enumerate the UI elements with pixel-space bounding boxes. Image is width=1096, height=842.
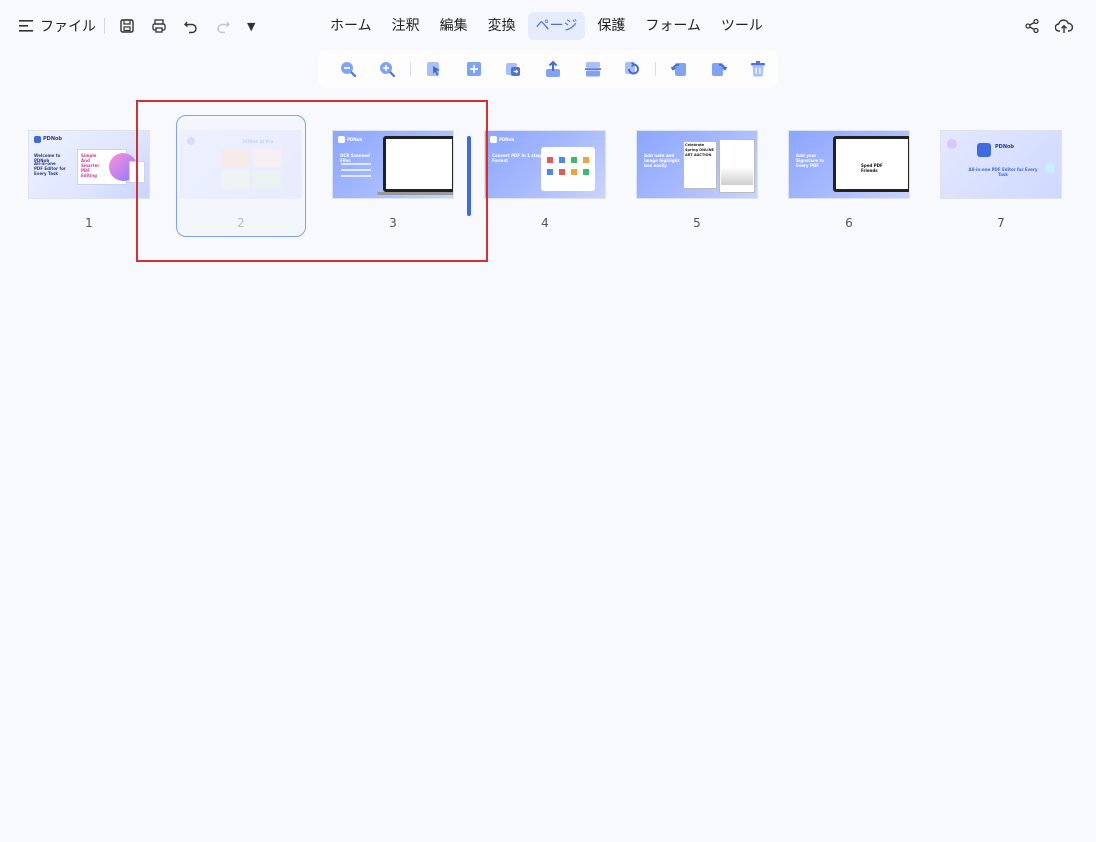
print-icon[interactable] xyxy=(147,14,171,38)
page-caption: Add note and image highlight box easily xyxy=(644,153,680,168)
share-icon[interactable] xyxy=(1020,14,1044,38)
tab-page[interactable]: ページ xyxy=(527,12,586,40)
zoom-in-icon[interactable] xyxy=(377,58,399,80)
cloud-upload-icon[interactable] xyxy=(1052,14,1076,38)
divider xyxy=(655,62,657,76)
page-number: 4 xyxy=(541,216,549,230)
page-caption: Add your Signature to Every PDF xyxy=(796,153,825,168)
page-number: 7 xyxy=(997,216,1005,230)
page-preview[interactable]: Add note and image highlight box easily … xyxy=(636,130,758,199)
rotate-right-icon[interactable] xyxy=(708,58,730,80)
page-note: Celebrate Spring ONLINE ART AUCTION xyxy=(685,143,714,157)
highlight-annotation-box xyxy=(136,100,488,262)
page-thumbnail-5[interactable]: Add note and image highlight box easily … xyxy=(636,130,758,230)
tab-protect[interactable]: 保護 xyxy=(589,12,633,40)
tab-tools[interactable]: ツール xyxy=(713,12,771,40)
page-preview[interactable]: PDNob Welcome to PDNob All-in-one PDF Ed… xyxy=(28,130,150,199)
page-thumbnail-7[interactable]: PDNob All-in-one PDF Editor for Every Ta… xyxy=(940,130,1062,230)
select-icon[interactable] xyxy=(423,58,445,80)
divider xyxy=(410,62,412,76)
toolbar-right xyxy=(1020,14,1084,38)
tab-edit[interactable]: 編集 xyxy=(432,12,476,40)
page-title: PDNob xyxy=(499,137,515,142)
file-menu-label: ファイル xyxy=(40,19,96,35)
page-thumbnails-panel: PDNob Welcome to PDNob All-in-one PDF Ed… xyxy=(0,100,1096,270)
page-number: 5 xyxy=(693,216,701,230)
hamburger-icon xyxy=(19,20,33,32)
page-caption: Convert PDF in 1 step Format xyxy=(492,153,542,163)
page-preview[interactable]: Add your Signature to Every PDF Sped PDF… xyxy=(788,130,910,199)
quick-access-dropdown-icon[interactable]: ▼ xyxy=(247,20,255,33)
file-menu-button[interactable]: ファイル xyxy=(18,16,96,36)
page-note: Simple And Smarter PDF Editing xyxy=(81,153,100,178)
toolbar-left: ファイル ▼ xyxy=(18,14,255,38)
save-icon[interactable] xyxy=(115,14,139,38)
page-title: PDNob xyxy=(43,136,63,142)
undo-icon[interactable] xyxy=(179,14,203,38)
zoom-out-icon[interactable] xyxy=(337,58,359,80)
page-caption: All-in-one PDF Editor for Every Task xyxy=(34,161,66,176)
rotate-left-icon[interactable] xyxy=(668,58,690,80)
main-tabs: ホーム 注釈 編集 変換 ページ 保護 フォーム ツール xyxy=(322,12,775,40)
tab-form[interactable]: フォーム xyxy=(637,12,709,40)
page-caption: All-in-one PDF Editor for Every Task xyxy=(968,167,1038,177)
page-preview[interactable]: PDNob Convert PDF in 1 step Format xyxy=(484,130,606,199)
redo-icon[interactable] xyxy=(211,14,235,38)
tab-annotate[interactable]: 注釈 xyxy=(384,12,428,40)
page-number: 6 xyxy=(845,216,853,230)
divider xyxy=(104,18,105,34)
tab-convert[interactable]: 変換 xyxy=(480,12,524,40)
delete-icon[interactable] xyxy=(747,58,769,80)
page-thumbnail-6[interactable]: Add your Signature to Every PDF Sped PDF… xyxy=(788,130,910,230)
replace-page-icon[interactable] xyxy=(503,58,525,80)
tab-home[interactable]: ホーム xyxy=(322,12,380,40)
page-tools-toolbar xyxy=(318,50,778,88)
rotate-icon[interactable] xyxy=(621,58,643,80)
top-bar: ファイル ▼ ホーム 注釈 編集 変換 ページ 保護 フォーム ツール xyxy=(0,0,1096,52)
split-icon[interactable] xyxy=(582,58,604,80)
page-title: PDNob xyxy=(995,144,1015,150)
page-thumbnail-1[interactable]: PDNob Welcome to PDNob All-in-one PDF Ed… xyxy=(28,130,150,230)
page-note: Sped PDF Friends xyxy=(861,163,883,173)
page-thumbnail-4[interactable]: PDNob Convert PDF in 1 step Format 4 xyxy=(484,130,606,230)
page-number: 1 xyxy=(85,216,93,230)
extract-icon[interactable] xyxy=(542,58,564,80)
page-preview[interactable]: PDNob All-in-one PDF Editor for Every Ta… xyxy=(940,130,1062,199)
insert-page-icon[interactable] xyxy=(463,58,485,80)
